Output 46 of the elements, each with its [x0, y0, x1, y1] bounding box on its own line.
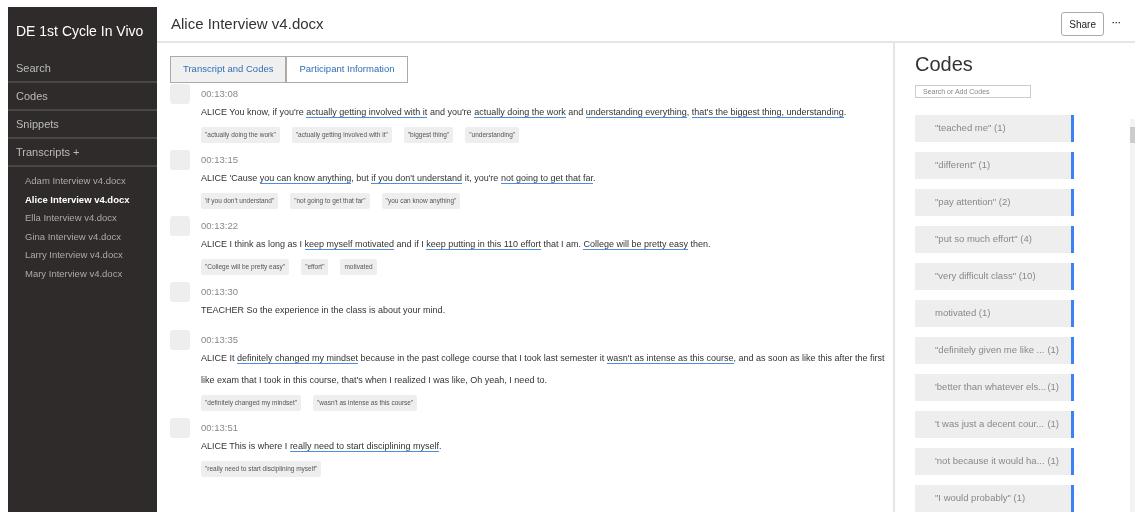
timestamp: 00:13:08: [201, 87, 239, 101]
timestamp: 00:13:22: [201, 219, 239, 233]
code-label: "pay attention" (2): [935, 195, 1012, 210]
sidebar-item[interactable]: Transcripts +: [16, 143, 80, 161]
transcript-text: ALICE 'Cause you can know anything, but if you don't understand it, you're not going to get that far.: [201, 172, 597, 186]
timestamp: 00:13:30: [201, 285, 239, 299]
code-label: motivated (1): [935, 306, 992, 321]
scrollbar[interactable]: [1130, 119, 1135, 512]
transcript-text: ALICE It definitely changed my mindset because in the past college course that I took last semester it wasn't as intense as this course, and as soon as like this after the first like exam that I took in this course, that's when I realized I was like, Oh yeah, I need to.: [201, 352, 886, 387]
sidebar-item[interactable]: Search: [16, 59, 51, 77]
share-button[interactable]: Share: [1061, 12, 1104, 36]
transcript-text: ALICE I think as long as I keep myself motivated and if I keep putting in this 110 effort that I am. College will be pretty easy then.: [201, 238, 712, 252]
document-title: Alice Interview v4.docx: [171, 13, 325, 34]
transcript-link[interactable]: Mary Interview v4.docx: [25, 266, 123, 281]
codes-heading: Codes: [915, 52, 974, 77]
transcript-text: TEACHER So the experience in the class is about your mind.: [201, 304, 447, 317]
code-count: (1): [1047, 343, 1059, 358]
transcript-text: ALICE You know, if you're actually getting involved with it and you're actually doing the work and understanding everything, that's the biggest thing, understanding.: [201, 106, 848, 120]
code-count: (1): [1047, 380, 1059, 395]
code-label: 't was just a decent cour...: [935, 417, 1045, 432]
timestamp: 00:13:35: [201, 333, 239, 347]
sidebar-item[interactable]: Snippets: [16, 115, 59, 133]
transcript-link[interactable]: Ella Interview v4.docx: [25, 211, 117, 226]
project-title: DE 1st Cycle In Vivo: [16, 21, 144, 41]
code-count: (1): [1047, 454, 1059, 469]
code-label: "teached me" (1): [935, 121, 1007, 136]
sidebar-item[interactable]: Codes: [16, 87, 48, 105]
code-count: (1): [1047, 417, 1059, 432]
code-label: "I would probably" (1): [935, 491, 1027, 506]
transcript-link[interactable]: Gina Interview v4.docx: [25, 229, 122, 244]
tab[interactable]: Transcript and Codes: [170, 56, 287, 83]
timestamp: 00:13:15: [201, 153, 239, 167]
code-label: "different" (1): [935, 158, 992, 173]
timestamp: 00:13:51: [201, 421, 239, 435]
code-label: "put so much effort" (4): [935, 232, 1033, 247]
transcript-link[interactable]: Adam Interview v4.docx: [25, 174, 126, 189]
code-label: "definitely given me like ...: [935, 343, 1046, 358]
tab[interactable]: Participant Information: [286, 56, 408, 83]
code-label: 'not because it would ha...: [935, 454, 1046, 469]
more-button[interactable]: ···: [1112, 17, 1121, 31]
code-label: 'better than whatever els...: [935, 380, 1048, 395]
avatar-placeholder: [170, 84, 190, 104]
code-label: "very difficult class" (10): [935, 269, 1037, 284]
transcript-link[interactable]: Alice Interview v4.docx: [25, 192, 130, 207]
transcript-link[interactable]: Larry Interview v4.docx: [25, 248, 123, 263]
transcript-text: ALICE This is where I really need to start disciplining myself.: [201, 440, 443, 454]
